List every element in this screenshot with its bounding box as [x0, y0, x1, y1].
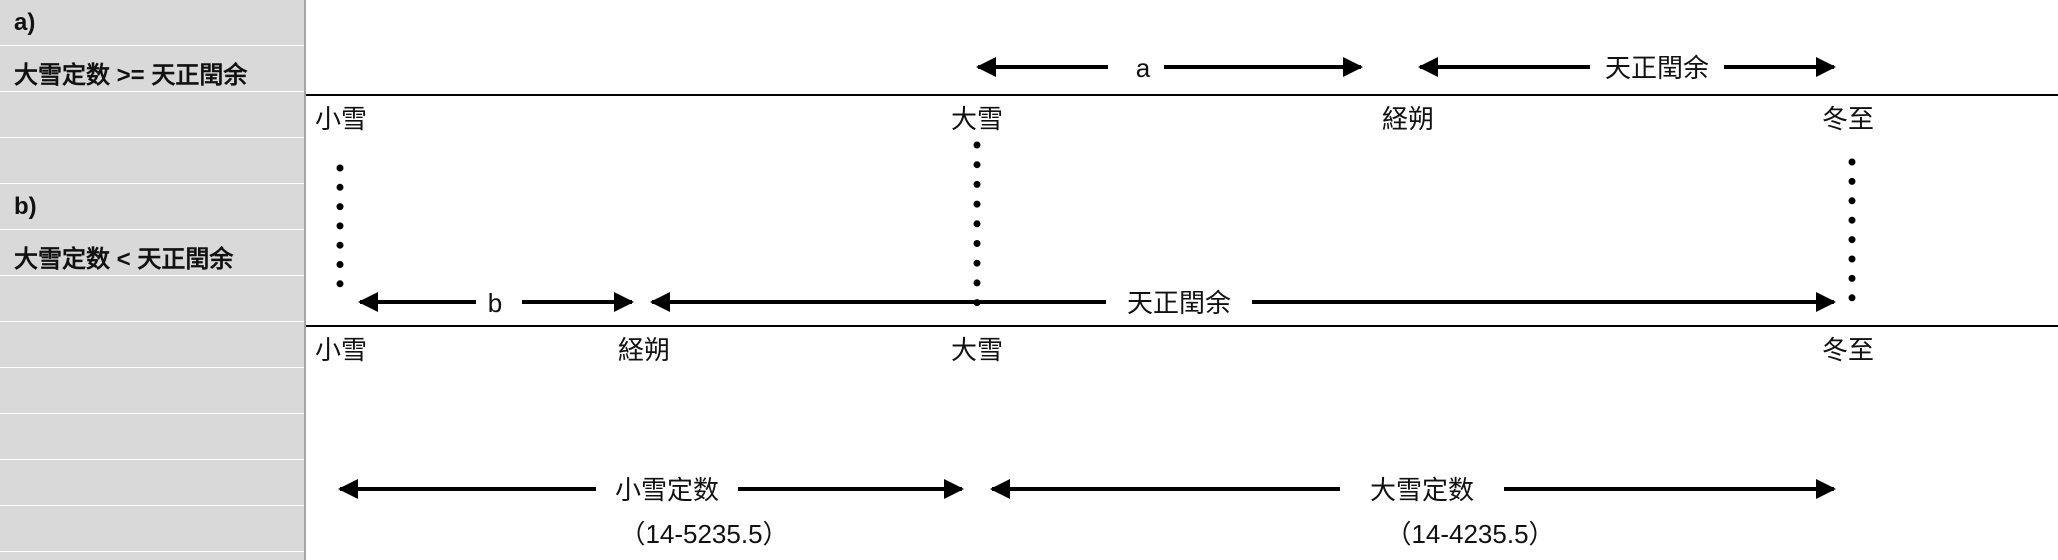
row-header: [0, 414, 304, 460]
case-b-leap-label: 天正閏余: [1127, 288, 1231, 318]
case-b-point-touji: 冬至: [1822, 335, 1874, 365]
row-header: b): [0, 184, 304, 230]
timeline-diagram: a 天正閏余 小雪 大雪 経朔 冬至 b 天正閏余 小雪 経朔 大雪 冬至 小雪…: [306, 53, 2058, 549]
shousetsu-constant-value: （14-5235.5）: [619, 519, 788, 549]
case-b-condition: 大雪定数 < 天正閏余: [14, 246, 234, 273]
taisetsu-constant-label: 大雪定数: [1370, 475, 1474, 505]
case-a-condition: 大雪定数 >= 天正閏余: [14, 62, 248, 89]
case-a-point-keisaku: 経朔: [1382, 104, 1434, 134]
case-a-point-shousetsu: 小雪: [315, 104, 367, 134]
row-header: [0, 92, 304, 138]
case-b-point-taisetsu: 大雪: [951, 335, 1003, 365]
row-header: [0, 460, 304, 506]
case-b-point-keisaku: 経朔: [618, 335, 670, 365]
case-a-point-taisetsu: 大雪: [951, 104, 1003, 134]
row-header-column: a) 大雪定数 >= 天正閏余 b) 大雪定数 < 天正閏余: [0, 0, 306, 560]
row-header: [0, 138, 304, 184]
case-a-heading: a): [14, 9, 36, 36]
case-a-point-touji: 冬至: [1822, 104, 1874, 134]
row-header: 大雪定数 >= 天正閏余: [0, 46, 304, 92]
row-header: [0, 368, 304, 414]
taisetsu-constant-value: （14-4235.5）: [1385, 519, 1554, 549]
case-b-point-shousetsu: 小雪: [315, 335, 367, 365]
row-header: [0, 322, 304, 368]
row-header: a): [0, 0, 304, 46]
case-b-heading: b): [14, 193, 37, 220]
row-header: 大雪定数 < 天正閏余: [0, 230, 304, 276]
row-header: [0, 506, 304, 552]
case-b-span-b-label: b: [488, 288, 502, 318]
shousetsu-constant-label: 小雪定数: [615, 475, 719, 505]
row-header: [0, 276, 304, 322]
case-a-leap-label: 天正閏余: [1605, 53, 1709, 83]
case-a-span-a-label: a: [1136, 53, 1151, 83]
